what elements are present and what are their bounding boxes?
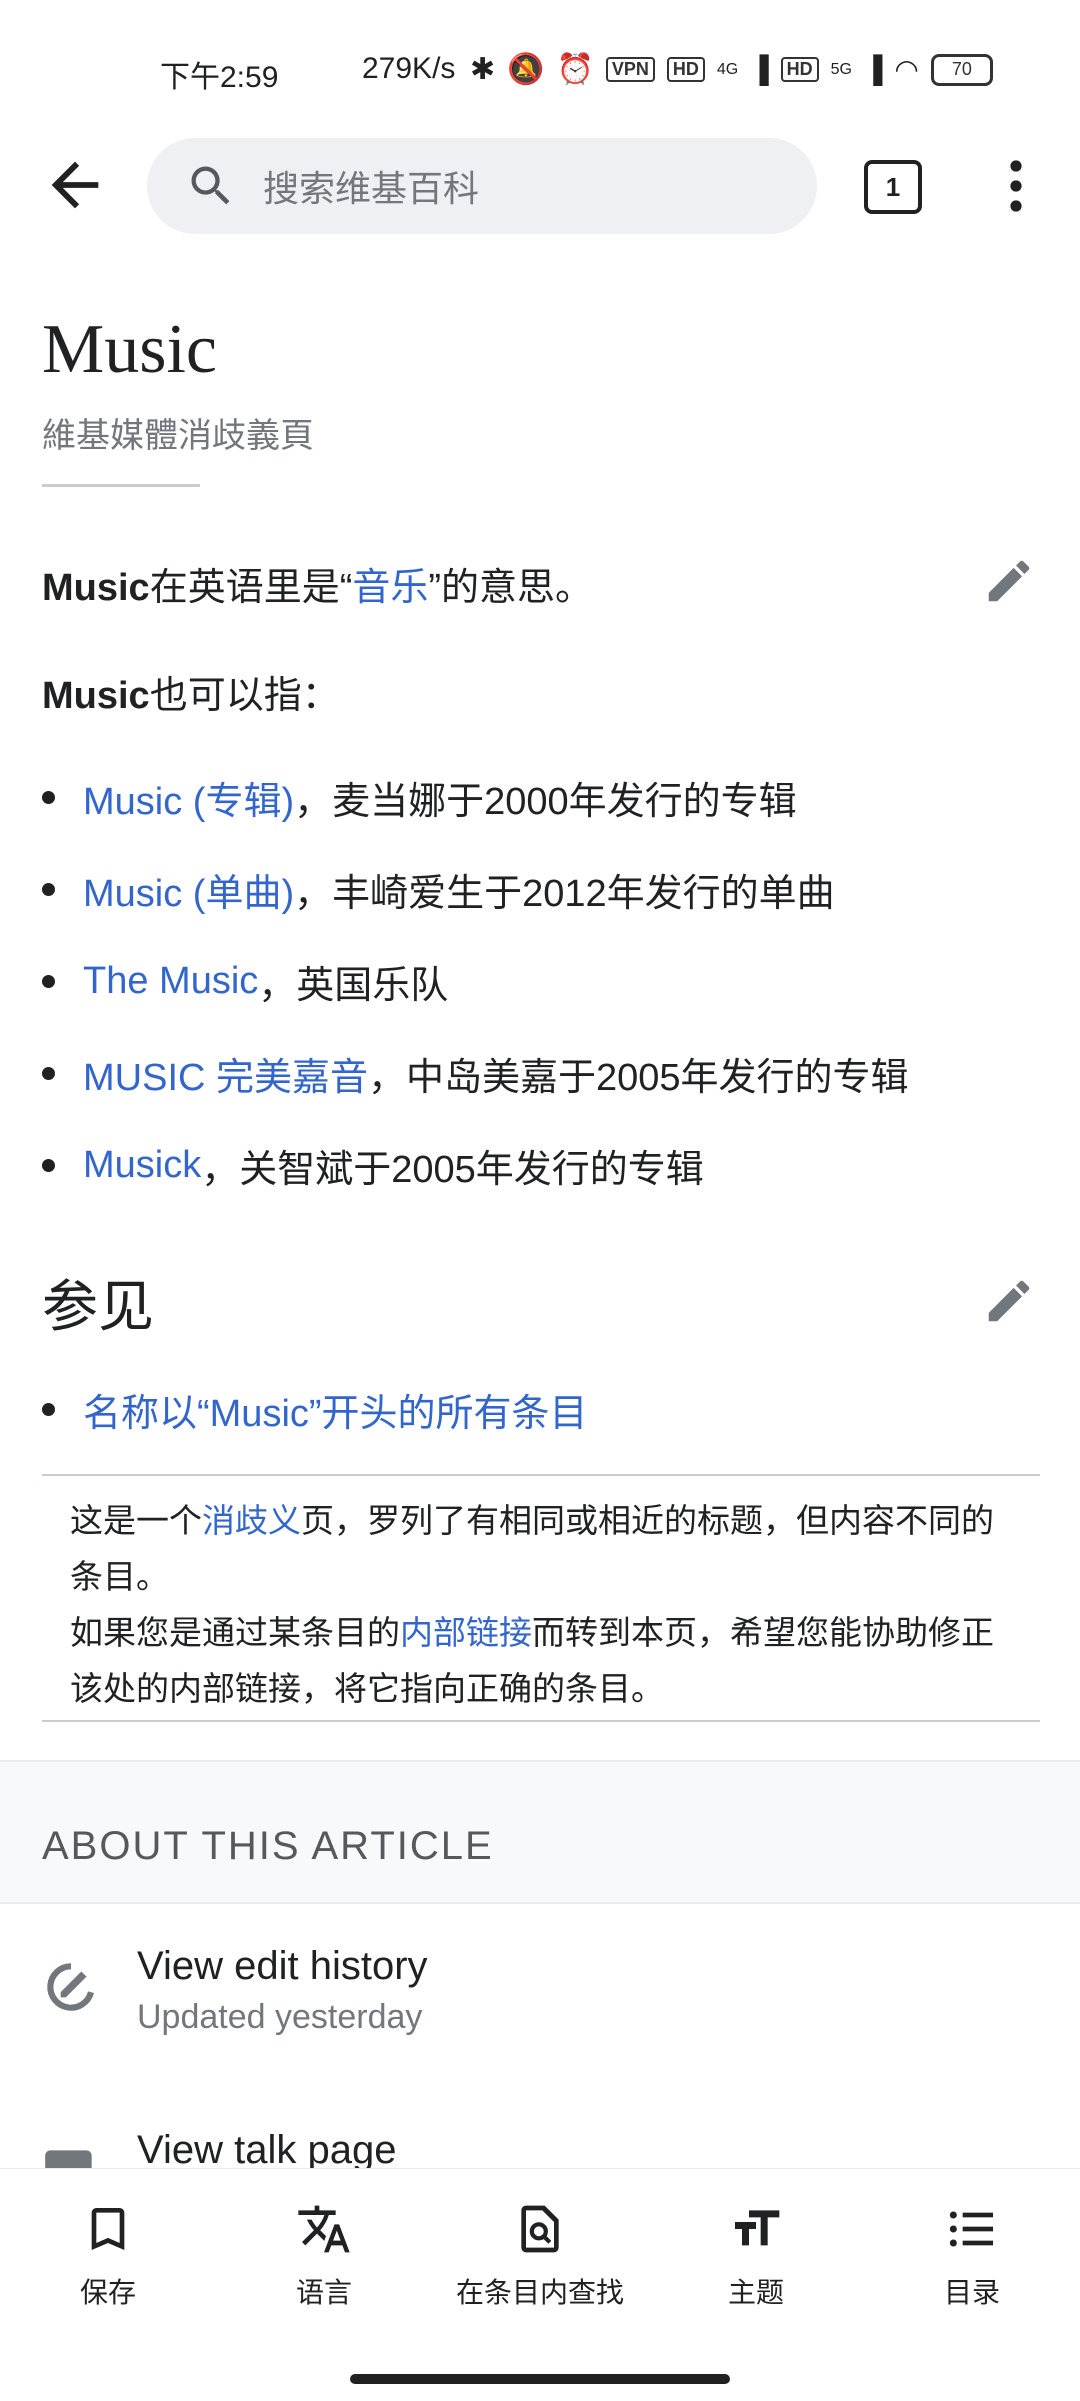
list-item-text: ，丰崎爱生于2012年发行的单曲 — [294, 873, 835, 915]
intro-paragraph: Music在英语里是“音乐”的意思。 — [42, 556, 593, 611]
list-item-link[interactable]: Music (专辑) — [83, 770, 294, 825]
vpn-badge: VPN — [605, 57, 655, 82]
row-title: View talk page — [137, 2128, 397, 2172]
list-item-text: ，中岛美嘉于2005年发行的专辑 — [368, 1057, 909, 1099]
bluetooth-icon: ✱ — [470, 53, 496, 86]
edit-history-icon — [47, 1963, 95, 2011]
more-options-button[interactable] — [996, 160, 1036, 212]
about-heading: ABOUT THIS ARTICLE — [42, 1824, 494, 1868]
intro-bold: Music — [42, 567, 150, 609]
nav-save-button[interactable]: 保存 — [0, 2201, 216, 2311]
nav-label: 主题 — [727, 2277, 784, 2308]
row-title: View edit history — [137, 1944, 428, 1988]
pencil-icon — [988, 1280, 1030, 1322]
list-item: Musick ，关智斌于2005年发行的专辑 — [42, 1138, 704, 1193]
also-bold: Music — [42, 675, 150, 717]
nav-find-in-page-button[interactable]: 在条目内查找 — [432, 2201, 648, 2311]
battery-indicator: 70 — [930, 53, 993, 86]
list-item-text: ，关智斌于2005年发行的专辑 — [201, 1149, 704, 1191]
list-icon — [949, 2211, 993, 2247]
network-5g-label: 5G — [830, 60, 852, 78]
page-title: Music — [42, 311, 217, 388]
notice-text: 这是一个 — [70, 1502, 202, 1539]
notice-line-1: 这是一个消歧义页，罗列了有相同或相近的标题，但内容不同的 — [70, 1494, 994, 1542]
bullet-dot — [42, 1403, 55, 1416]
signal-icon: ▐ — [750, 54, 769, 84]
pencil-icon — [988, 560, 1030, 602]
network-4g-label: 4G — [716, 60, 739, 78]
list-item: MUSIC 完美嘉音 ，中岛美嘉于2005年发行的专辑 — [42, 1046, 909, 1101]
signal-icon-2: ▐ — [863, 54, 883, 84]
row-subtitle: Updated yesterday — [137, 1998, 423, 2036]
also-text: 也可以指： — [149, 675, 340, 717]
status-icons: ✱ 🔕 ⏰ VPN HD 4G ▐ HD 5G ▐ ◠ 70 — [470, 52, 993, 87]
intro-text-b: ”的意思。 — [428, 567, 594, 609]
page-description: 維基媒體消歧義頁 — [42, 417, 314, 455]
bookmark-icon — [91, 2208, 125, 2250]
list-item: Music (单曲) ，丰崎爱生于2012年发行的单曲 — [42, 862, 835, 917]
status-time: 下午2:59 — [160, 61, 279, 94]
search-icon — [191, 166, 230, 205]
title-divider — [42, 484, 200, 487]
nav-language-button[interactable]: 语言 — [216, 2201, 432, 2311]
list-item: The Music ，英国乐队 — [42, 954, 448, 1009]
nav-label: 在条目内查找 — [455, 2277, 624, 2308]
section-heading-see-also: 参见 — [42, 1277, 154, 1339]
notice-line-4: 该处的内部链接，将它指向正确的条目。 — [70, 1670, 664, 1707]
list-item-link[interactable]: MUSIC 完美嘉音 — [83, 1046, 368, 1101]
status-bar: 下午2:59 279K/s ✱ 🔕 ⏰ VPN HD 4G ▐ HD 5G ▐ … — [0, 0, 1080, 120]
notice-line-3: 如果您是通过某条目的内部链接而转到本页，希望您能协助修正 — [70, 1606, 994, 1654]
bullet-dot — [42, 883, 55, 896]
bottom-toolbar: 保存 语言 在条目内查找 主题 目录 — [0, 2168, 1080, 2401]
search-placeholder: 搜索维基百科 — [263, 168, 480, 209]
also-paragraph: Music也可以指： — [42, 664, 340, 719]
list-item: 名称以“Music”开头的所有条目 — [42, 1382, 588, 1437]
internal-link-link[interactable]: 内部链接 — [400, 1614, 532, 1651]
network-speed: 279K/s — [362, 52, 456, 85]
tabs-button[interactable]: 1 — [864, 160, 922, 214]
list-item-text: ，麦当娜于2000年发行的专辑 — [294, 781, 797, 823]
about-article-header: ABOUT THIS ARTICLE — [0, 1760, 1080, 1904]
arrow-back-icon — [51, 161, 99, 209]
nav-contents-button[interactable]: 目录 — [864, 2201, 1080, 2311]
hd-badge: HD — [666, 57, 705, 82]
nav-label: 语言 — [295, 2277, 352, 2308]
bullet-dot — [42, 1159, 55, 1172]
edit-section-button[interactable] — [982, 1274, 1036, 1328]
bullet-dot — [42, 975, 55, 988]
list-item: Music (专辑) ，麦当娜于2000年发行的专辑 — [42, 770, 797, 825]
search-input[interactable]: 搜索维基百科 — [147, 138, 817, 234]
list-item-text: ，英国乐队 — [258, 965, 449, 1007]
alarm-icon: ⏰ — [556, 53, 594, 86]
wifi-icon: ◠ — [894, 54, 919, 85]
notice-text: 如果您是通过某条目的 — [70, 1614, 400, 1651]
nav-label: 目录 — [943, 2277, 1000, 2308]
notice-text: 页，罗列了有相同或相近的标题，但内容不同的 — [301, 1502, 994, 1539]
list-item-link[interactable]: The Music — [83, 960, 258, 1003]
intro-text-a: 在英语里是“ — [149, 567, 353, 609]
bullet-dot — [42, 791, 55, 804]
list-item-link[interactable]: Music (单曲) — [83, 862, 294, 917]
home-indicator[interactable] — [350, 2374, 730, 2384]
notice-text: 而转到本页，希望您能协助修正 — [532, 1614, 994, 1651]
nav-label: 保存 — [79, 2277, 136, 2308]
back-button[interactable] — [40, 150, 110, 220]
bullet-dot — [42, 1067, 55, 1080]
nav-theme-button[interactable]: 主题 — [648, 2201, 864, 2311]
notice-line-2: 条目。 — [70, 1558, 169, 1595]
edit-section-button[interactable] — [982, 554, 1036, 608]
text-size-icon — [735, 2210, 780, 2246]
mute-bell-icon: 🔕 — [507, 53, 545, 86]
translate-icon — [298, 2205, 350, 2253]
list-item-link[interactable]: Musick — [83, 1144, 201, 1187]
disambiguation-notice: 这是一个消歧义页，罗列了有相同或相近的标题，但内容不同的 条目。 如果您是通过某… — [42, 1474, 1040, 1722]
disambiguation-link[interactable]: 消歧义 — [202, 1502, 301, 1539]
find-in-page-icon — [521, 2205, 559, 2253]
link-music-yinyue[interactable]: 音乐 — [352, 567, 428, 609]
more-vert-icon — [1010, 160, 1022, 212]
hd-badge-2: HD — [780, 57, 819, 82]
see-also-link[interactable]: 名称以“Music”开头的所有条目 — [83, 1382, 588, 1437]
